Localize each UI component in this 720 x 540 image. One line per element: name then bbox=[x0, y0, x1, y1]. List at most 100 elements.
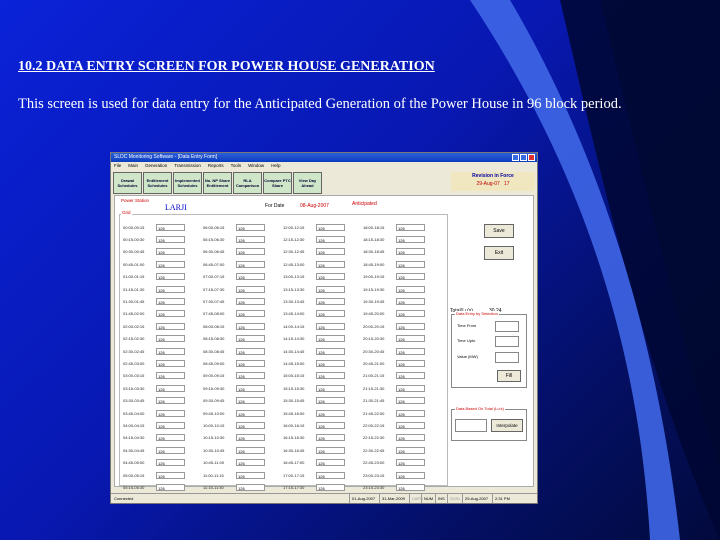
block-value-input[interactable]: 126 bbox=[236, 483, 265, 491]
menu-item[interactable]: Reports bbox=[208, 162, 224, 170]
block-value-input[interactable]: 126 bbox=[316, 372, 345, 380]
block-value-input[interactable]: 126 bbox=[316, 434, 345, 442]
block-value-input[interactable]: 126 bbox=[236, 397, 265, 405]
block-value-input[interactable]: 126 bbox=[236, 347, 265, 355]
menu-item[interactable]: File bbox=[114, 162, 121, 170]
block-value-input[interactable]: 126 bbox=[236, 310, 265, 318]
block-value-input[interactable]: 126 bbox=[396, 260, 425, 268]
block-value-input[interactable]: 126 bbox=[236, 384, 265, 392]
implemented-schedules-button[interactable]: Implemented Schedules bbox=[173, 172, 202, 194]
block-value-input[interactable]: 126 bbox=[156, 471, 185, 479]
block-value-input[interactable]: 126 bbox=[316, 446, 345, 454]
block-value-input[interactable]: 126 bbox=[156, 273, 185, 281]
block-value-input[interactable]: 126 bbox=[316, 285, 345, 293]
menu-item[interactable]: Main bbox=[128, 162, 138, 170]
block-value-input[interactable]: 126 bbox=[236, 409, 265, 417]
block-value-input[interactable]: 126 bbox=[156, 446, 185, 454]
minimize-button[interactable] bbox=[512, 154, 519, 161]
block-value-input[interactable]: 126 bbox=[236, 322, 265, 330]
block-value-input[interactable]: 126 bbox=[156, 236, 185, 244]
block-value-input[interactable]: 126 bbox=[396, 372, 425, 380]
block-value-input[interactable]: 126 bbox=[316, 483, 345, 491]
close-button[interactable] bbox=[528, 154, 535, 161]
block-value-input[interactable]: 126 bbox=[396, 384, 425, 392]
block-value-input[interactable]: 126 bbox=[316, 384, 345, 392]
menu-item[interactable]: Transmission bbox=[174, 162, 201, 170]
time-upto-input[interactable] bbox=[495, 336, 519, 347]
drawal-schedules-button[interactable]: Drawal Schedules bbox=[113, 172, 142, 194]
block-value-input[interactable]: 126 bbox=[156, 434, 185, 442]
block-value-input[interactable]: 126 bbox=[316, 471, 345, 479]
block-value-input[interactable]: 126 bbox=[396, 471, 425, 479]
block-value-input[interactable]: 126 bbox=[316, 248, 345, 256]
block-value-input[interactable]: 126 bbox=[316, 421, 345, 429]
for-date-value[interactable]: 08-Aug-2007 bbox=[300, 203, 329, 209]
block-value-input[interactable]: 126 bbox=[156, 409, 185, 417]
np-share-entitlement-button[interactable]: No. NP Share Entitlement bbox=[203, 172, 232, 194]
block-value-input[interactable]: 126 bbox=[156, 372, 185, 380]
block-value-input[interactable]: 126 bbox=[396, 273, 425, 281]
block-value-input[interactable]: 126 bbox=[316, 347, 345, 355]
block-value-input[interactable]: 126 bbox=[236, 446, 265, 454]
value-input[interactable] bbox=[495, 352, 519, 363]
block-value-input[interactable]: 126 bbox=[236, 372, 265, 380]
block-value-input[interactable]: 126 bbox=[396, 459, 425, 467]
block-value-input[interactable]: 126 bbox=[396, 285, 425, 293]
block-value-input[interactable]: 126 bbox=[316, 273, 345, 281]
block-value-input[interactable]: 126 bbox=[156, 310, 185, 318]
block-value-input[interactable]: 126 bbox=[156, 322, 185, 330]
block-value-input[interactable]: 126 bbox=[316, 322, 345, 330]
time-from-input[interactable] bbox=[495, 321, 519, 332]
exit-button[interactable]: Exit bbox=[484, 246, 514, 260]
block-value-input[interactable]: 126 bbox=[236, 434, 265, 442]
block-value-input[interactable]: 126 bbox=[236, 236, 265, 244]
block-value-input[interactable]: 126 bbox=[156, 483, 185, 491]
block-value-input[interactable]: 126 bbox=[396, 335, 425, 343]
block-value-input[interactable]: 126 bbox=[316, 310, 345, 318]
block-value-input[interactable]: 126 bbox=[156, 459, 185, 467]
save-button[interactable]: Save bbox=[484, 224, 514, 238]
block-value-input[interactable]: 126 bbox=[236, 359, 265, 367]
block-value-input[interactable]: 126 bbox=[396, 359, 425, 367]
block-value-input[interactable]: 126 bbox=[156, 298, 185, 306]
block-value-input[interactable]: 126 bbox=[316, 335, 345, 343]
block-value-input[interactable]: 126 bbox=[316, 409, 345, 417]
block-value-input[interactable]: 126 bbox=[396, 298, 425, 306]
block-value-input[interactable]: 126 bbox=[316, 298, 345, 306]
block-value-input[interactable]: 126 bbox=[236, 260, 265, 268]
block-value-input[interactable]: 126 bbox=[396, 409, 425, 417]
block-value-input[interactable]: 126 bbox=[316, 397, 345, 405]
fill-button[interactable]: Fill bbox=[497, 370, 521, 382]
block-value-input[interactable]: 126 bbox=[156, 384, 185, 392]
menu-item[interactable]: Tools bbox=[231, 162, 242, 170]
block-value-input[interactable]: 126 bbox=[236, 459, 265, 467]
menu-item[interactable]: Window bbox=[248, 162, 264, 170]
block-value-input[interactable]: 126 bbox=[156, 397, 185, 405]
block-value-input[interactable]: 126 bbox=[236, 223, 265, 231]
block-value-input[interactable]: 126 bbox=[316, 459, 345, 467]
block-value-input[interactable]: 126 bbox=[236, 298, 265, 306]
block-value-input[interactable]: 126 bbox=[156, 248, 185, 256]
block-value-input[interactable]: 126 bbox=[396, 310, 425, 318]
view-day-ahead-button[interactable]: View Day Ahead bbox=[293, 172, 322, 194]
block-value-input[interactable]: 126 bbox=[396, 434, 425, 442]
rla-comparison-button[interactable]: RLA Comparison bbox=[233, 172, 262, 194]
block-value-input[interactable]: 126 bbox=[236, 335, 265, 343]
block-value-input[interactable]: 126 bbox=[396, 421, 425, 429]
block-value-input[interactable]: 126 bbox=[236, 273, 265, 281]
block-value-input[interactable]: 126 bbox=[236, 471, 265, 479]
block-value-input[interactable]: 126 bbox=[396, 322, 425, 330]
block-value-input[interactable]: 126 bbox=[236, 421, 265, 429]
menu-item[interactable]: Generation bbox=[145, 162, 167, 170]
total-lus-input[interactable] bbox=[455, 419, 487, 432]
block-value-input[interactable]: 126 bbox=[236, 248, 265, 256]
block-value-input[interactable]: 126 bbox=[156, 285, 185, 293]
block-value-input[interactable]: 126 bbox=[396, 236, 425, 244]
block-value-input[interactable]: 126 bbox=[156, 347, 185, 355]
block-value-input[interactable]: 126 bbox=[316, 223, 345, 231]
block-value-input[interactable]: 126 bbox=[156, 359, 185, 367]
block-value-input[interactable]: 126 bbox=[156, 223, 185, 231]
block-value-input[interactable]: 126 bbox=[316, 359, 345, 367]
block-value-input[interactable]: 126 bbox=[316, 236, 345, 244]
maximize-button[interactable] bbox=[520, 154, 527, 161]
